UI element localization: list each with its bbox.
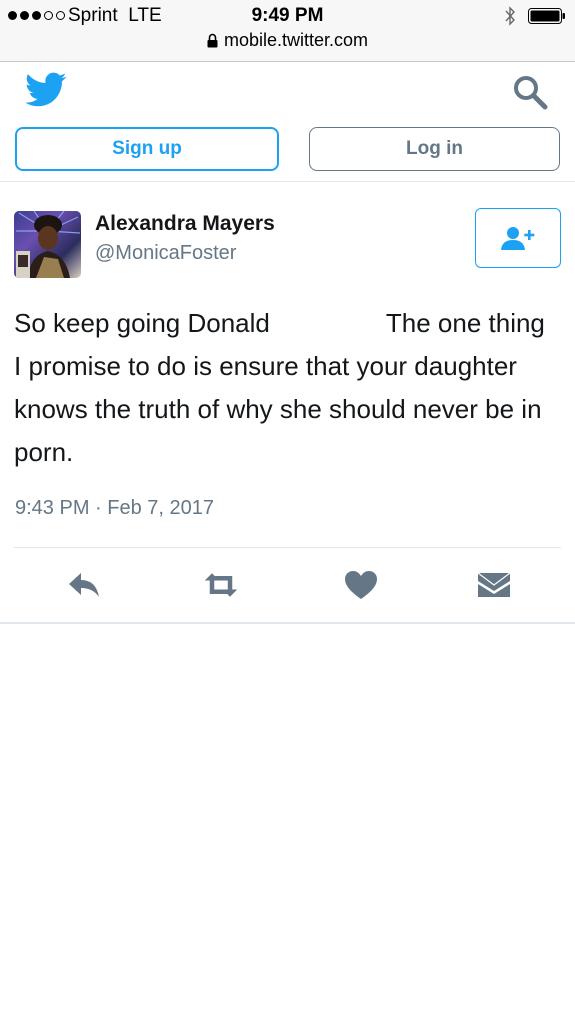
lock-icon [207, 33, 218, 48]
follow-user-icon [501, 227, 535, 250]
like-button[interactable] [343, 568, 379, 602]
battery-icon [528, 8, 565, 24]
direct-message-icon [477, 572, 511, 597]
status-bar: Sprint LTE 9:49 PM [0, 4, 575, 28]
follow-button[interactable] [475, 208, 561, 268]
login-button[interactable]: Log in [309, 127, 560, 171]
retweet-icon [204, 573, 238, 597]
retweet-button[interactable] [203, 568, 239, 602]
tweet-text-start: So keep going Donald [14, 308, 270, 338]
browser-chrome: Sprint LTE 9:49 PM mobile.twitter.com [0, 0, 575, 62]
reply-icon [69, 573, 99, 597]
header-divider [0, 181, 575, 182]
tweet-timestamp[interactable]: 9:43 PM · Feb 7, 2017 [15, 497, 214, 520]
tweet-text: So keep going Donald The one thing I prom… [14, 302, 559, 474]
reply-button[interactable] [66, 568, 102, 602]
actions-divider [14, 547, 561, 548]
bluetooth-icon [505, 6, 515, 26]
direct-message-button[interactable] [476, 568, 512, 602]
avatar-illustration [16, 211, 81, 278]
author-handle[interactable]: @MonicaFoster [95, 242, 236, 265]
tweet-bottom-divider [0, 622, 575, 624]
author-name[interactable]: Alexandra Mayers [95, 212, 275, 236]
url-text: mobile.twitter.com [223, 30, 369, 50]
status-time: 9:49 PM [251, 5, 324, 26]
like-icon [345, 571, 377, 599]
signup-button[interactable]: Sign up [15, 127, 279, 171]
twitter-bird-icon[interactable] [25, 72, 67, 108]
search-icon[interactable] [512, 74, 548, 110]
address-bar[interactable]: mobile.twitter.com [0, 30, 575, 51]
avatar-image[interactable] [14, 211, 81, 278]
